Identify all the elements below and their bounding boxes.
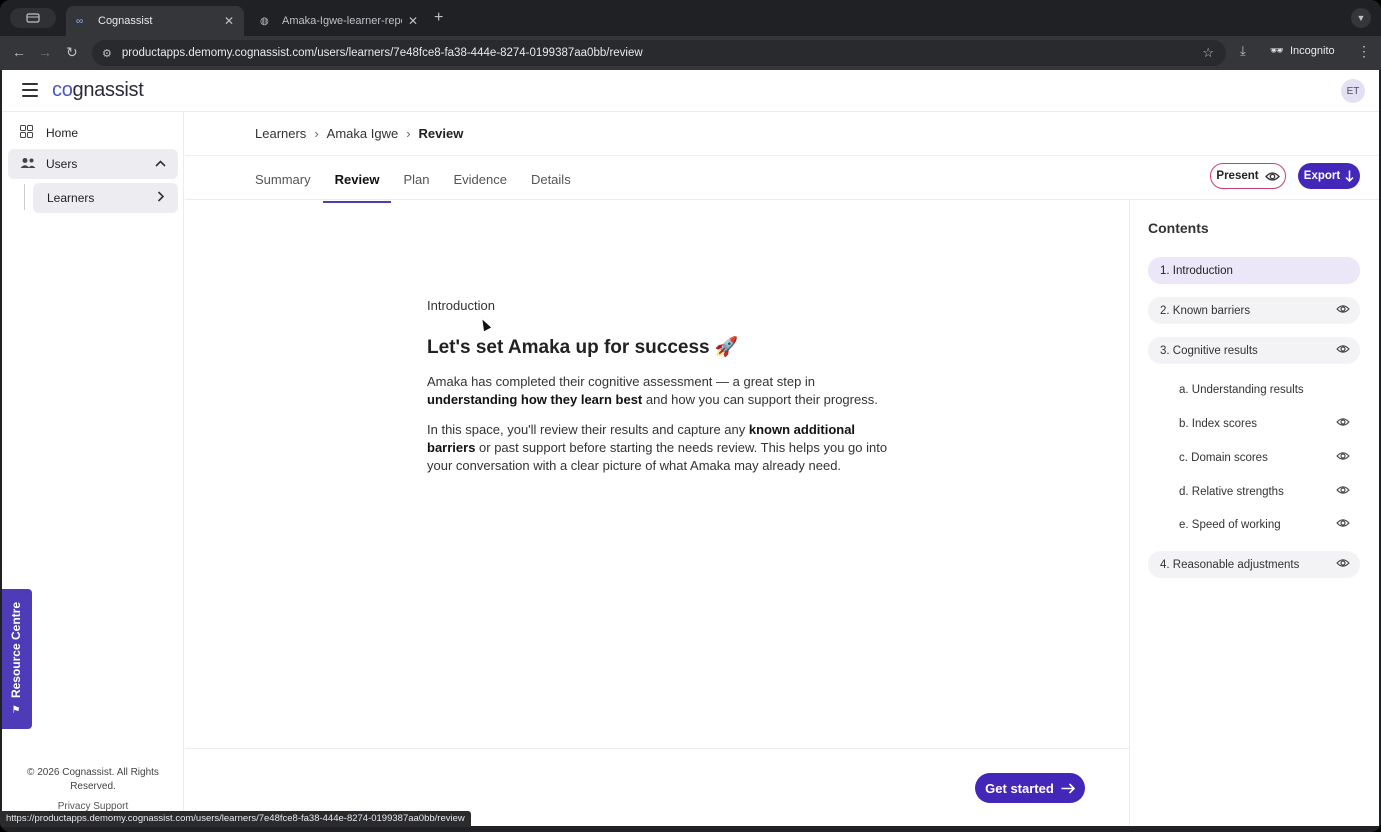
sidebar-item-label: Users [46,157,78,171]
incognito-icon: 🕶 [1270,45,1284,57]
tab-search-icon [26,13,40,23]
cognassist-favicon-icon: ∞ [76,15,84,27]
page-title: Let's set Amaka up for success 🚀 [427,337,739,358]
close-tab-icon[interactable]: ✕ [224,14,234,28]
breadcrumb-learners[interactable]: Learners [255,126,306,141]
eye-icon[interactable] [1336,485,1350,498]
toc-item-relative-strengths[interactable]: d. Relative strengths [1148,478,1360,505]
eye-icon[interactable] [1336,518,1350,531]
status-bar-url: https://productapps.demomy.cognassist.co… [0,811,471,827]
sidebar-item-label: Learners [47,191,95,205]
address-url: productapps.demomy.cognassist.com/users/… [121,47,643,59]
intro-paragraph-2: In this space, you'll review their resul… [427,422,888,473]
chevron-right-icon: › [406,126,411,141]
cognassist-logo[interactable]: cognassist [52,79,144,102]
copyright-text: © 2026 Cognassist. All Rights Reserved. [27,767,159,792]
back-arrow-icon[interactable]: ← [12,44,26,60]
toc-item-introduction[interactable]: 1. Introduction [1148,257,1360,284]
contents-panel: Contents 1. Introduction 2. Known barrie… [1129,200,1379,826]
tab-strip: ∞ Cognassist ✕ ◍ Amaka-Igwe-learner-repo… [0,0,1381,36]
eye-icon[interactable] [1336,304,1350,317]
browser-toolbar: ← → ↻ ⚙ productapps.demomy.cognassist.co… [0,36,1381,70]
eye-icon[interactable] [1336,344,1350,357]
tab-details[interactable]: Details [531,172,583,199]
toc-item-cognitive-results[interactable]: 3. Cognitive results [1148,337,1360,364]
site-settings-icon[interactable]: ⚙ [102,47,112,60]
chevron-right-icon: › [314,126,319,141]
download-icon[interactable]: ⤓ [1240,43,1246,59]
breadcrumb-current: Review [418,126,464,141]
toc-item-reasonable-adjustments[interactable]: 4. Reasonable adjustments [1148,551,1360,578]
present-button[interactable]: Present [1210,163,1286,189]
eye-icon[interactable] [1336,451,1350,464]
reload-icon[interactable]: ↻ [66,44,78,61]
tab-title: Amaka-Igwe-learner-report.p [282,15,402,27]
divider [185,748,1129,749]
tree-connector [24,184,25,210]
toc-item-understanding-results[interactable]: a. Understanding results [1148,376,1360,403]
breadcrumb-learner-name[interactable]: Amaka Igwe [327,126,399,141]
divider [185,155,1379,156]
main-content: Learners › Amaka Igwe › Review Summary R… [185,112,1379,826]
present-label: Present [1216,170,1259,182]
contents-title: Contents [1148,220,1209,236]
export-label: Export [1303,170,1341,182]
review-introduction: Introduction Let's set Amaka up for succ… [427,298,897,475]
chevron-up-icon[interactable] [155,158,166,170]
hamburger-menu-icon[interactable] [22,83,38,97]
resource-centre-icon: ⚑ [11,704,21,716]
toc-item-domain-scores[interactable]: c. Domain scores [1148,444,1360,471]
users-icon [20,157,38,172]
intro-paragraph-1: Amaka has completed their cognitive asse… [427,374,878,407]
eye-icon [1264,171,1280,181]
sidebar-footer: © 2026 Cognassist. All Rights Reserved. … [2,766,184,814]
toc-item-index-scores[interactable]: b. Index scores [1148,410,1360,437]
chevron-down-icon[interactable]: ▼ [1351,8,1371,28]
web-page: cognassist ET Home Users Learners © 2026… [2,70,1379,826]
app-header: cognassist ET [2,70,1379,112]
close-tab-icon[interactable]: ✕ [408,14,418,28]
tab-summary[interactable]: Summary [255,172,323,199]
tab-title: Cognassist [98,15,153,27]
forward-arrow-icon[interactable]: → [38,44,52,60]
chevron-right-icon [157,191,165,205]
arrow-right-icon [1061,782,1075,794]
get-started-button[interactable]: Get started [975,773,1085,803]
sidebar-item-learners[interactable]: Learners [33,183,178,213]
breadcrumb: Learners › Amaka Igwe › Review [255,126,463,141]
browser-tab-cognassist[interactable]: ∞ Cognassist ✕ [66,6,244,36]
arrow-down-icon [1345,170,1354,182]
eye-icon[interactable] [1336,558,1350,571]
eye-icon[interactable] [1336,417,1350,430]
sidebar-item-home[interactable]: Home [8,118,178,148]
globe-icon: ◍ [260,15,269,27]
export-button[interactable]: Export [1298,163,1360,189]
tab-search-button[interactable] [10,8,56,28]
sidebar-item-label: Home [46,126,79,140]
resource-centre-label: Resource Centre [9,602,23,699]
browser-menu-icon[interactable]: ⋮ [1357,43,1371,60]
sidebar-item-users[interactable]: Users [8,149,178,179]
section-eyebrow: Introduction [427,298,495,313]
resource-centre-tab[interactable]: Resource Centre ⚑ [2,589,32,729]
tab-evidence[interactable]: Evidence [453,172,518,199]
tab-review[interactable]: Review [322,172,392,203]
page-tabs: Summary Review Plan Evidence Details [255,172,595,203]
browser-tab-report[interactable]: ◍ Amaka-Igwe-learner-report.p ✕ [250,6,428,36]
address-bar[interactable]: ⚙ productapps.demomy.cognassist.com/user… [92,40,1226,66]
incognito-label: Incognito [1289,44,1335,57]
browser-window: ∞ Cognassist ✕ ◍ Amaka-Igwe-learner-repo… [0,0,1381,832]
user-avatar[interactable]: ET [1341,79,1365,103]
toc-item-speed-of-working[interactable]: e. Speed of working [1148,511,1360,538]
new-tab-plus-icon[interactable]: + [434,9,443,27]
toc-item-known-barriers[interactable]: 2. Known barriers [1148,297,1360,324]
bookmark-star-icon[interactable]: ☆ [1202,45,1214,61]
incognito-indicator[interactable]: 🕶 Incognito [1270,44,1335,58]
grid-icon [20,125,38,141]
tab-plan[interactable]: Plan [403,172,441,199]
get-started-label: Get started [985,780,1054,796]
